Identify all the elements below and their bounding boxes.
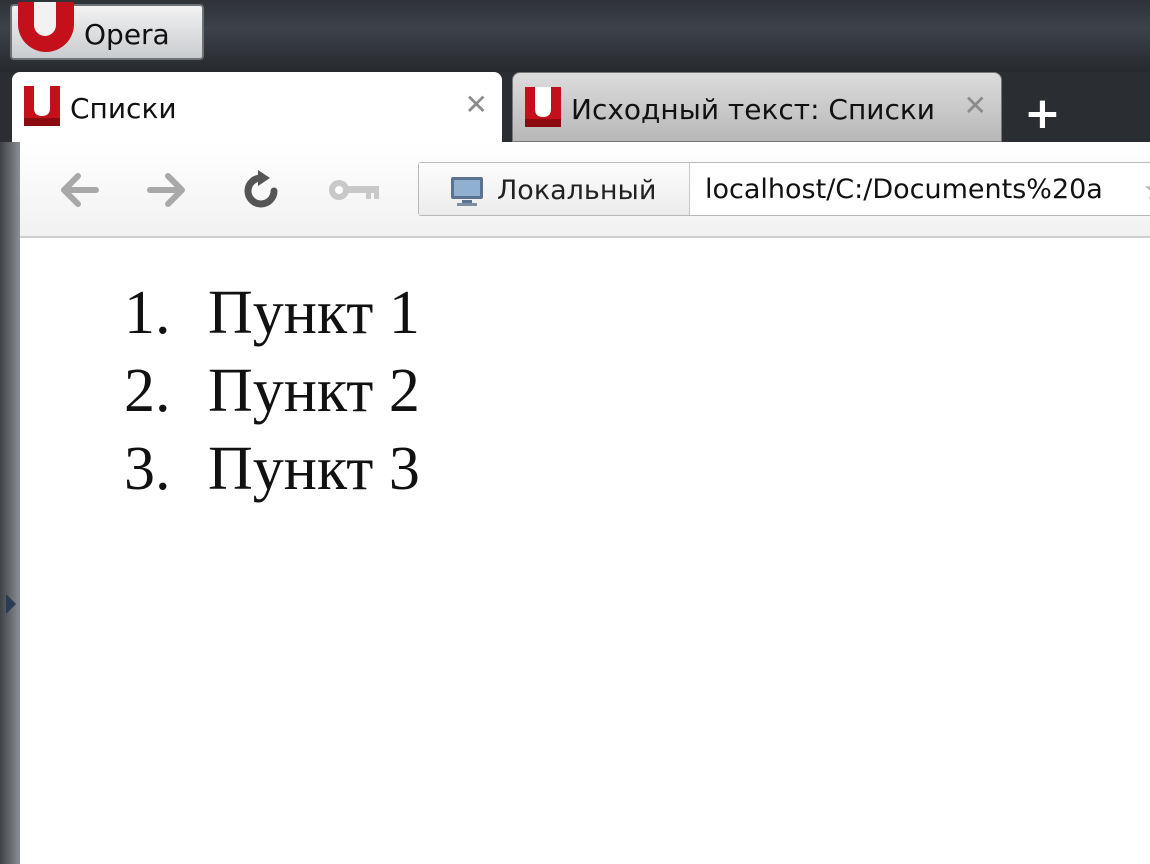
list-marker: 3. bbox=[124, 435, 171, 503]
reload-icon[interactable] bbox=[240, 170, 284, 212]
computer-icon bbox=[451, 177, 483, 206]
tab-title: Списки bbox=[70, 92, 177, 125]
opera-favicon-icon bbox=[24, 86, 60, 126]
navigation-toolbar: Локальный ★ bbox=[10, 142, 1150, 238]
list-item: 2. Пункт 2 bbox=[124, 352, 420, 430]
tab-source-spiski[interactable]: Исходный текст: Списки ✕ bbox=[512, 72, 1002, 142]
local-badge-label: Локальный bbox=[497, 175, 657, 206]
tab-close-icon[interactable]: ✕ bbox=[964, 89, 987, 122]
list-marker: 2. bbox=[124, 357, 171, 425]
local-security-badge[interactable]: Локальный bbox=[419, 163, 690, 215]
key-icon[interactable] bbox=[326, 170, 382, 210]
tab-title: Исходный текст: Списки bbox=[571, 93, 935, 126]
opera-favicon-icon bbox=[525, 87, 561, 127]
list-item: 3. Пункт 3 bbox=[124, 430, 420, 508]
forward-arrow-icon[interactable] bbox=[144, 170, 190, 210]
list-item-text: Пункт 1 bbox=[208, 279, 420, 347]
list-item-text: Пункт 2 bbox=[208, 357, 420, 425]
sidebar-toggle-icon[interactable] bbox=[6, 594, 16, 614]
url-input[interactable] bbox=[705, 174, 1145, 205]
window-left-edge bbox=[0, 142, 20, 864]
title-bar: Opera bbox=[0, 0, 1150, 72]
bookmark-star-icon[interactable]: ★ bbox=[1143, 173, 1150, 206]
opera-logo-icon bbox=[18, 2, 74, 52]
list-marker: 1. bbox=[124, 279, 171, 347]
ordered-list: 1. Пункт 1 2. Пункт 2 3. Пункт 3 bbox=[124, 274, 420, 508]
address-bar: Локальный ★ bbox=[418, 162, 1150, 216]
page-content: 1. Пункт 1 2. Пункт 2 3. Пункт 3 bbox=[20, 238, 1150, 864]
list-item-text: Пункт 3 bbox=[208, 435, 420, 503]
list-item: 1. Пункт 1 bbox=[124, 274, 420, 352]
opera-menu-button[interactable]: Opera bbox=[10, 2, 204, 60]
opera-menu-label: Opera bbox=[84, 18, 170, 51]
new-tab-button[interactable]: + bbox=[1024, 92, 1061, 136]
tab-close-icon[interactable]: ✕ bbox=[465, 88, 488, 121]
back-arrow-icon[interactable] bbox=[56, 170, 102, 210]
